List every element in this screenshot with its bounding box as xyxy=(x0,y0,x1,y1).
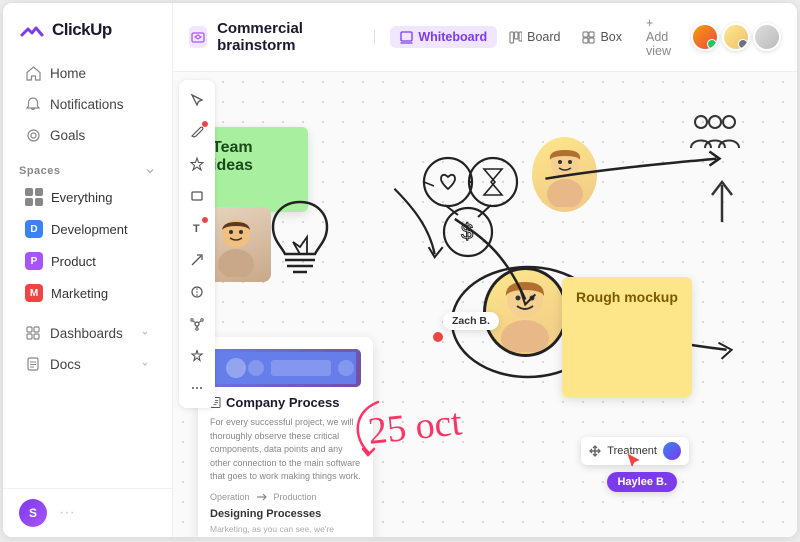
more-tool[interactable] xyxy=(183,374,211,402)
shapes-tool[interactable] xyxy=(183,150,211,178)
doc-banner xyxy=(210,349,361,387)
board-icon xyxy=(509,31,522,44)
docs-icon xyxy=(25,356,41,372)
sidebar-bottom: Dashboards Docs xyxy=(3,317,172,380)
topbar: Commercial brainstorm Whiteboard Board B… xyxy=(173,3,797,72)
chevron-icon xyxy=(144,165,156,177)
sticky-green-text: Team ideas xyxy=(212,139,253,174)
document-card[interactable]: Company Process For every successful pro… xyxy=(198,337,373,537)
bell-icon xyxy=(25,96,41,112)
whiteboard-icon xyxy=(400,31,413,44)
tab-box[interactable]: Box xyxy=(572,26,632,48)
treatment-avatar xyxy=(663,442,681,460)
dashboards-label: Dashboards xyxy=(50,326,123,341)
move-icon xyxy=(589,445,601,457)
handwritten-date: 25 oct xyxy=(366,400,464,454)
view-tabs: Whiteboard Board Box + Add view xyxy=(390,12,681,62)
red-dot-text xyxy=(202,217,208,223)
zach-label: Zach B. xyxy=(452,315,490,327)
product-label: Product xyxy=(51,254,96,269)
sidebar-item-notifications[interactable]: Notifications xyxy=(9,89,166,119)
cursor-pointer xyxy=(626,452,642,477)
sidebar-nav: Home Notifications Goals xyxy=(3,53,172,155)
haylee-label: Haylee B. xyxy=(617,476,667,488)
left-toolbar: T xyxy=(179,80,215,408)
everything-label: Everything xyxy=(51,190,112,205)
doc-small-text: Marketing, as you can see, we're demonst… xyxy=(210,524,361,538)
avatar-3 xyxy=(753,23,781,51)
clickup-logo-icon xyxy=(19,17,45,43)
doc-row: Operation Production xyxy=(210,492,361,502)
sidebar-item-docs[interactable]: Docs xyxy=(9,349,166,379)
page-type-icon xyxy=(189,26,207,48)
home-label: Home xyxy=(50,66,86,81)
sidebar-item-dashboards[interactable]: Dashboards xyxy=(9,318,166,348)
development-label: Development xyxy=(51,222,128,237)
marketing-dot: M xyxy=(25,284,43,302)
docs-chevron xyxy=(140,359,150,369)
sidebar-item-marketing[interactable]: M Marketing xyxy=(9,278,166,308)
spaces-label: Spaces xyxy=(19,165,61,177)
pen-tool[interactable] xyxy=(183,118,211,146)
docs-label: Docs xyxy=(50,357,81,372)
lightbulb-sketch xyxy=(263,192,338,297)
whiteboard-canvas[interactable]: T Tea xyxy=(173,72,797,537)
sidebar-item-product[interactable]: P Product xyxy=(9,246,166,276)
home-icon xyxy=(25,65,41,81)
app-logo-text: ClickUp xyxy=(52,20,112,40)
human-figures-icon xyxy=(687,110,742,165)
avatar-1 xyxy=(691,23,719,51)
sidebar-item-development[interactable]: D Development xyxy=(9,214,166,244)
marketing-label: Marketing xyxy=(51,286,108,301)
sticky-yellow-text: Rough mockup xyxy=(576,289,678,305)
sidebar: ClickUp Home Notifications Goals xyxy=(3,3,173,537)
page-title: Commercial brainstorm xyxy=(217,20,355,54)
dev-dot: D xyxy=(25,220,43,238)
product-dot: P xyxy=(25,252,43,270)
cursor-tool[interactable] xyxy=(183,86,211,114)
user-menu-dots[interactable]: ··· xyxy=(59,504,75,522)
svg-text:$: $ xyxy=(461,219,473,244)
svg-text:T: T xyxy=(193,223,200,235)
star-tool[interactable] xyxy=(183,342,211,370)
spaces-section: Spaces xyxy=(3,155,172,181)
sidebar-item-everything[interactable]: Everything xyxy=(9,182,166,212)
more-shapes-tool[interactable] xyxy=(183,278,211,306)
haylee-tag[interactable]: Haylee B. xyxy=(607,472,677,492)
red-dot xyxy=(202,121,208,127)
notifications-label: Notifications xyxy=(50,97,124,112)
zach-tag[interactable]: Zach B. xyxy=(443,312,499,330)
up-arrow-icon xyxy=(707,177,737,227)
target-icon xyxy=(25,127,41,143)
dashboard-icon xyxy=(25,325,41,341)
arrow-tool[interactable] xyxy=(183,246,211,274)
user-avatar[interactable]: S xyxy=(19,499,47,527)
dashboards-chevron xyxy=(140,328,150,338)
doc-body: For every successful project, we will th… xyxy=(210,416,361,484)
grid-icon xyxy=(25,188,43,206)
red-pin xyxy=(433,332,443,342)
divider xyxy=(374,30,375,44)
text-tool[interactable]: T xyxy=(183,214,211,242)
network-tool[interactable] xyxy=(183,310,211,338)
tab-board[interactable]: Board xyxy=(499,26,570,48)
doc-title: Company Process xyxy=(210,395,361,410)
sidebar-item-home[interactable]: Home xyxy=(9,58,166,88)
tab-whiteboard[interactable]: Whiteboard xyxy=(390,26,497,48)
avatar-2 xyxy=(722,23,750,51)
main-content: Commercial brainstorm Whiteboard Board B… xyxy=(173,3,797,537)
app-container: ClickUp Home Notifications Goals xyxy=(2,2,798,538)
collaborator-avatars xyxy=(691,23,781,51)
sidebar-footer: S ··· xyxy=(3,488,172,537)
sticky-note-rough-mockup[interactable]: Rough mockup xyxy=(562,277,692,397)
sidebar-item-goals[interactable]: Goals xyxy=(9,120,166,150)
box-icon xyxy=(582,31,595,44)
doc-section: Designing Processes xyxy=(210,508,361,520)
goals-label: Goals xyxy=(50,128,85,143)
rectangle-tool[interactable] xyxy=(183,182,211,210)
add-view-button[interactable]: + Add view xyxy=(636,12,681,62)
sidebar-logo: ClickUp xyxy=(3,3,172,53)
person-photo-woman-top xyxy=(532,137,597,212)
